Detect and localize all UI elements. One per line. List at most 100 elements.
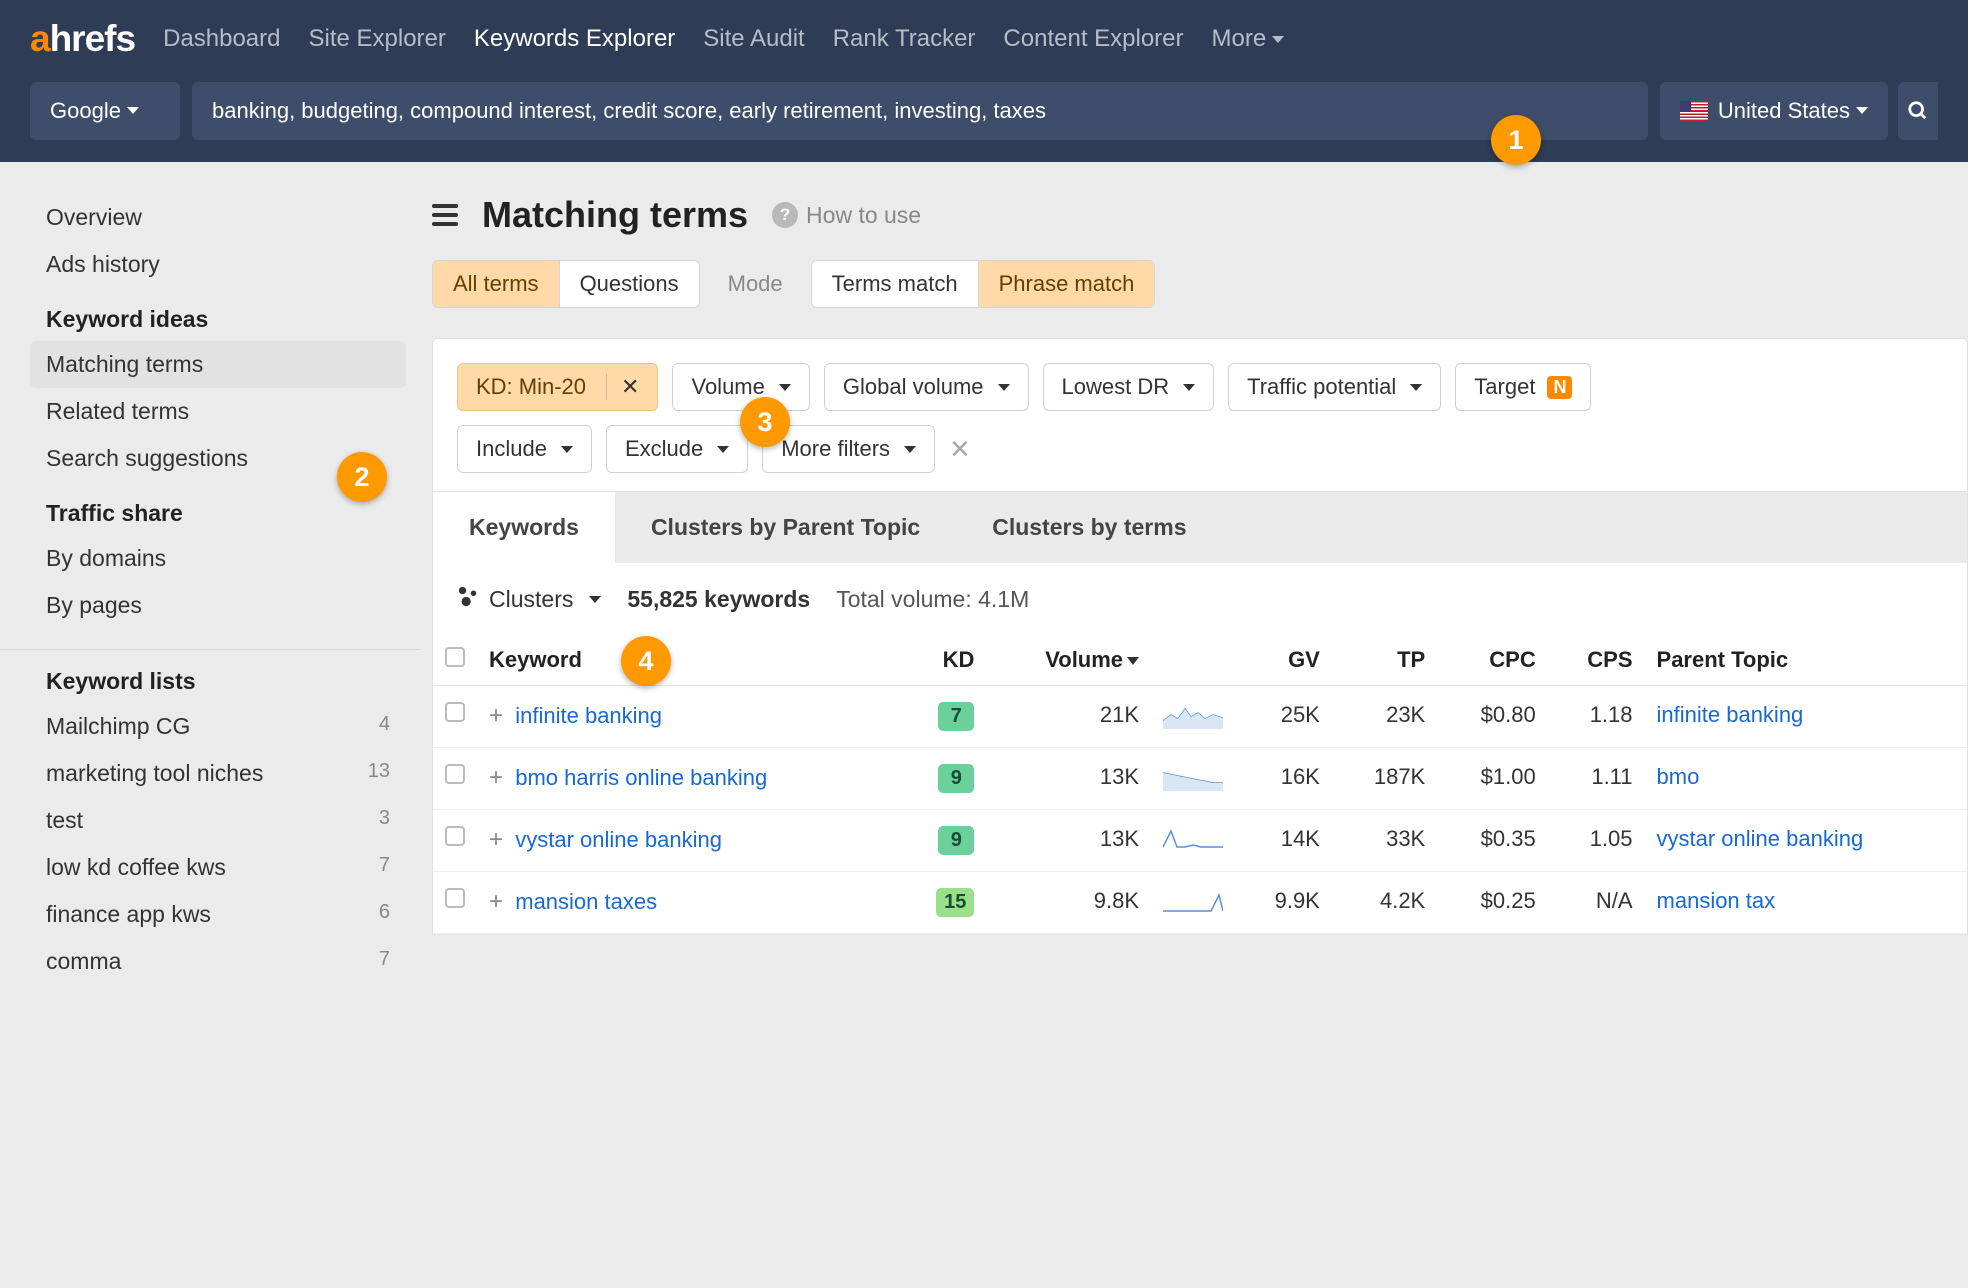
row-checkbox[interactable] <box>445 826 465 846</box>
chevron-down-icon <box>904 446 916 453</box>
filter-panel: KD: Min-20✕ Volume Global volume Lowest … <box>432 338 1968 492</box>
volume-value: 13K <box>986 810 1151 872</box>
keyword-link[interactable]: infinite banking <box>515 703 662 728</box>
nav-site-audit[interactable]: Site Audit <box>703 25 804 53</box>
keyword-link[interactable]: mansion taxes <box>515 889 657 914</box>
gv-value: 16K <box>1235 748 1332 810</box>
add-icon[interactable]: + <box>489 702 503 729</box>
nav-dashboard[interactable]: Dashboard <box>163 25 280 53</box>
question-icon: ? <box>772 202 798 228</box>
filter-lowest-dr[interactable]: Lowest DR <box>1043 363 1215 411</box>
keyword-link[interactable]: vystar online banking <box>515 827 722 852</box>
add-icon[interactable]: + <box>489 888 503 915</box>
col-cps[interactable]: CPS <box>1548 635 1645 686</box>
sidebar-matching-terms[interactable]: Matching terms <box>30 341 406 388</box>
sidebar-ads-history[interactable]: Ads history <box>30 241 406 288</box>
tp-value: 4.2K <box>1332 872 1437 934</box>
cps-value: 1.05 <box>1548 810 1645 872</box>
sidebar-by-domains[interactable]: By domains <box>30 535 406 582</box>
col-cpc[interactable]: CPC <box>1437 635 1548 686</box>
annotation-2: 2 <box>337 452 387 502</box>
col-tp[interactable]: TP <box>1332 635 1437 686</box>
sidebar-list-item[interactable]: marketing tool niches13 <box>30 750 406 797</box>
parent-topic-link[interactable]: bmo <box>1657 764 1700 789</box>
sidebar-by-pages[interactable]: By pages <box>30 582 406 629</box>
row-checkbox[interactable] <box>445 888 465 908</box>
clusters-dropdown[interactable]: Clusters <box>457 585 601 613</box>
tab-clusters-terms[interactable]: Clusters by terms <box>956 492 1222 563</box>
top-nav: ahrefs Dashboard Site Explorer Keywords … <box>0 0 1968 77</box>
mode-label: Mode <box>728 271 783 297</box>
seg-phrase-match[interactable]: Phrase match <box>979 261 1155 307</box>
volume-value: 13K <box>986 748 1151 810</box>
col-kd[interactable]: KD <box>899 635 986 686</box>
clear-filters-icon[interactable]: ✕ <box>949 434 971 465</box>
how-to-use[interactable]: ?How to use <box>772 202 921 229</box>
parent-topic-link[interactable]: vystar online banking <box>1657 826 1864 851</box>
country-select[interactable]: United States <box>1660 82 1888 140</box>
match-mode-toggle: Terms match Phrase match <box>811 260 1156 308</box>
table-row: + infinite banking 7 21K 25K 23K $0.80 1… <box>433 686 1967 748</box>
parent-topic-link[interactable]: mansion tax <box>1657 888 1776 913</box>
tab-clusters-parent[interactable]: Clusters by Parent Topic <box>615 492 956 563</box>
close-icon[interactable]: ✕ <box>606 374 639 400</box>
source-select[interactable]: Google <box>30 82 180 140</box>
sidebar-list-item[interactable]: comma7 <box>30 938 406 985</box>
chevron-down-icon <box>1183 384 1195 391</box>
annotation-4: 4 <box>621 636 671 686</box>
search-button[interactable] <box>1898 82 1938 140</box>
total-volume: Total volume: 4.1M <box>836 586 1029 613</box>
logo[interactable]: ahrefs <box>30 18 135 60</box>
chevron-down-icon <box>561 446 573 453</box>
filter-traffic-potential[interactable]: Traffic potential <box>1228 363 1441 411</box>
sidebar-overview[interactable]: Overview <box>30 194 406 241</box>
chevron-down-icon <box>589 596 601 603</box>
select-all-checkbox[interactable] <box>445 647 465 667</box>
seg-questions[interactable]: Questions <box>560 261 699 307</box>
keywords-table: Keyword KD Volume GV TP CPC CPS Parent T… <box>433 635 1967 934</box>
tp-value: 33K <box>1332 810 1437 872</box>
chevron-down-icon <box>1410 384 1422 391</box>
nav-more[interactable]: More <box>1212 25 1285 53</box>
col-gv[interactable]: GV <box>1235 635 1332 686</box>
flag-us-icon <box>1680 101 1708 121</box>
cpc-value: $0.35 <box>1437 810 1548 872</box>
table-row: + mansion taxes 15 9.8K 9.9K 4.2K $0.25 … <box>433 872 1967 934</box>
filter-kd[interactable]: KD: Min-20✕ <box>457 363 658 411</box>
filter-more[interactable]: More filters <box>762 425 935 473</box>
tab-keywords[interactable]: Keywords <box>433 492 615 563</box>
keyword-count: 55,825 keywords <box>627 586 810 613</box>
seg-all-terms[interactable]: All terms <box>433 261 560 307</box>
chevron-down-icon <box>127 107 139 114</box>
filter-volume[interactable]: Volume <box>672 363 809 411</box>
sidebar-list-item[interactable]: finance app kws6 <box>30 891 406 938</box>
filter-include[interactable]: Include <box>457 425 592 473</box>
nav-site-explorer[interactable]: Site Explorer <box>308 25 445 53</box>
sidebar-list-item[interactable]: low kd coffee kws7 <box>30 844 406 891</box>
keywords-input[interactable]: banking, budgeting, compound interest, c… <box>192 82 1648 140</box>
col-parent-topic[interactable]: Parent Topic <box>1645 635 1967 686</box>
nav-keywords-explorer[interactable]: Keywords Explorer <box>474 25 675 53</box>
add-icon[interactable]: + <box>489 826 503 853</box>
row-checkbox[interactable] <box>445 764 465 784</box>
filter-exclude[interactable]: Exclude <box>606 425 748 473</box>
add-icon[interactable]: + <box>489 764 503 791</box>
col-volume[interactable]: Volume <box>986 635 1151 686</box>
parent-topic-link[interactable]: infinite banking <box>1657 702 1804 727</box>
filter-target[interactable]: TargetN <box>1455 363 1591 411</box>
seg-terms-match[interactable]: Terms match <box>812 261 979 307</box>
sidebar-list-item[interactable]: Mailchimp CG4 <box>30 703 406 750</box>
volume-value: 9.8K <box>986 872 1151 934</box>
chevron-down-icon <box>998 384 1010 391</box>
col-keyword[interactable]: Keyword <box>477 635 899 686</box>
cps-value: N/A <box>1548 872 1645 934</box>
row-checkbox[interactable] <box>445 702 465 722</box>
menu-icon[interactable] <box>432 204 458 226</box>
logo-a: a <box>30 18 50 60</box>
nav-content-explorer[interactable]: Content Explorer <box>1003 25 1183 53</box>
sidebar-list-item[interactable]: test3 <box>30 797 406 844</box>
filter-global-volume[interactable]: Global volume <box>824 363 1029 411</box>
keyword-link[interactable]: bmo harris online banking <box>515 765 767 790</box>
sidebar-related-terms[interactable]: Related terms <box>30 388 406 435</box>
nav-rank-tracker[interactable]: Rank Tracker <box>833 25 976 53</box>
